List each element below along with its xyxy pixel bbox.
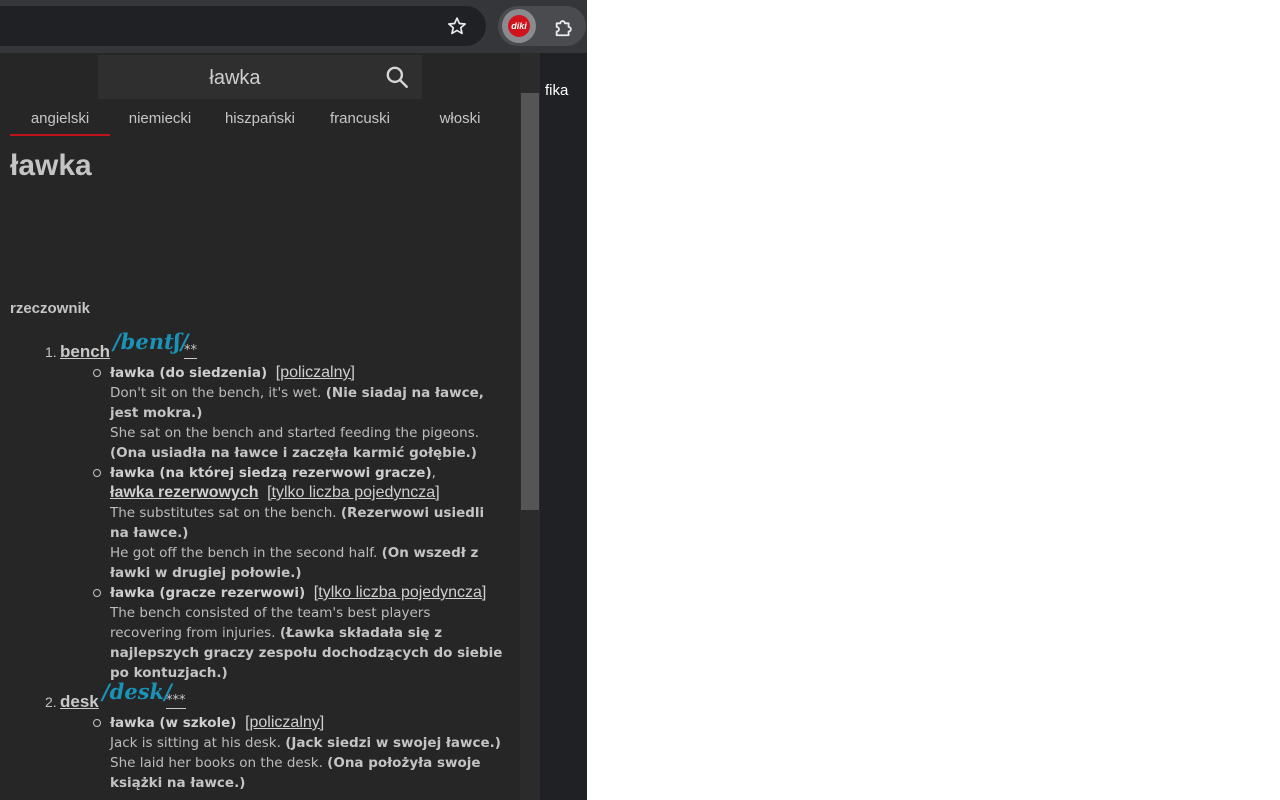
headword: ławka <box>10 149 92 182</box>
diki-extension-icon: diki <box>508 15 530 37</box>
example-en: Don't sit on the bench, it's wet. <box>110 385 322 401</box>
scrollbar-thumb[interactable] <box>521 93 539 510</box>
frequency-stars[interactable]: *** <box>166 690 186 709</box>
meaning-item: ławka (na której siedzą rezerwowi gracze… <box>0 463 515 583</box>
language-tabs: angielski niemiecki hiszpański francuski… <box>10 108 510 136</box>
pronunciation[interactable]: /bentʃ/ <box>113 329 188 354</box>
sense-number: 2. <box>45 694 57 710</box>
example-en: Jack is sitting at his desk. <box>110 735 281 751</box>
search-icon[interactable] <box>384 64 410 90</box>
tab-francuski[interactable]: francuski <box>310 108 410 134</box>
meaning-item: ławka (w szkole) [policzalny] Jack is si… <box>0 713 515 793</box>
example-en: The substitutes sat on the bench. <box>110 505 337 521</box>
grammar-tag[interactable]: [tylko liczba pojedyncza] <box>267 484 440 501</box>
meaning-item: ławka (do siedzenia) [policzalny] Don't … <box>0 363 515 463</box>
browser-toolbar: diki <box>0 0 587 53</box>
example-en: He got off the bench in the second half. <box>110 545 378 561</box>
tab-angielski[interactable]: angielski <box>10 108 110 136</box>
grammar-tag[interactable]: [policzalny] <box>245 714 324 731</box>
tab-wloski[interactable]: włoski <box>410 108 510 134</box>
address-bar[interactable] <box>0 6 486 46</box>
search-input[interactable] <box>98 55 372 101</box>
meaning-head: ławka (w szkole) <box>110 715 237 731</box>
tab-hiszpanski[interactable]: hiszpański <box>210 108 310 134</box>
sense-header: 1. bench /bentʃ/ ** <box>0 329 515 363</box>
grammar-tag[interactable]: [tylko liczba pojedyncza] <box>314 584 487 601</box>
search-box <box>98 55 422 101</box>
meaning-head: ławka (na której siedzą rezerwowi gracze… <box>110 465 432 481</box>
sense-header: 2. desk /desk/ *** <box>0 679 515 713</box>
diki-popup: angielski niemiecki hiszpański francuski… <box>0 53 540 800</box>
example-pl: (Ona usiadła na ławce i zaczęła karmić g… <box>110 445 477 461</box>
meaning-head: ławka (gracze rezerwowi) <box>110 585 306 601</box>
sense-word-link[interactable]: bench <box>60 342 110 362</box>
popup-scrollbar[interactable] <box>520 53 540 800</box>
sense-word-link[interactable]: desk <box>60 692 99 712</box>
frequency-stars[interactable]: ** <box>184 340 197 359</box>
synonym-link[interactable]: ławka rezerwowych <box>110 484 259 501</box>
example-pl: (Jack siedzi w swojej ławce.) <box>285 735 501 751</box>
meaning-head: ławka (do siedzenia) <box>110 365 268 381</box>
diki-extension-button[interactable]: diki <box>502 9 536 43</box>
tab-niemiecki[interactable]: niemiecki <box>110 108 210 134</box>
page-behind-text: fika <box>545 82 569 99</box>
example-en: She laid her books on the desk. <box>110 755 323 771</box>
example-en: She sat on the bench and started feeding… <box>110 425 480 441</box>
pronunciation[interactable]: /desk/ <box>102 679 172 704</box>
sense-number: 1. <box>45 344 57 360</box>
puzzle-icon[interactable] <box>550 13 578 41</box>
meaning-item: ławka (gracze rezerwowi) [tylko liczba p… <box>0 583 515 683</box>
entry-list: 1. bench /bentʃ/ ** ławka (do siedzenia)… <box>0 329 515 793</box>
star-icon[interactable] <box>446 15 468 37</box>
part-of-speech: rzeczownik <box>10 300 91 317</box>
grammar-tag[interactable]: [policzalny] <box>276 364 355 381</box>
